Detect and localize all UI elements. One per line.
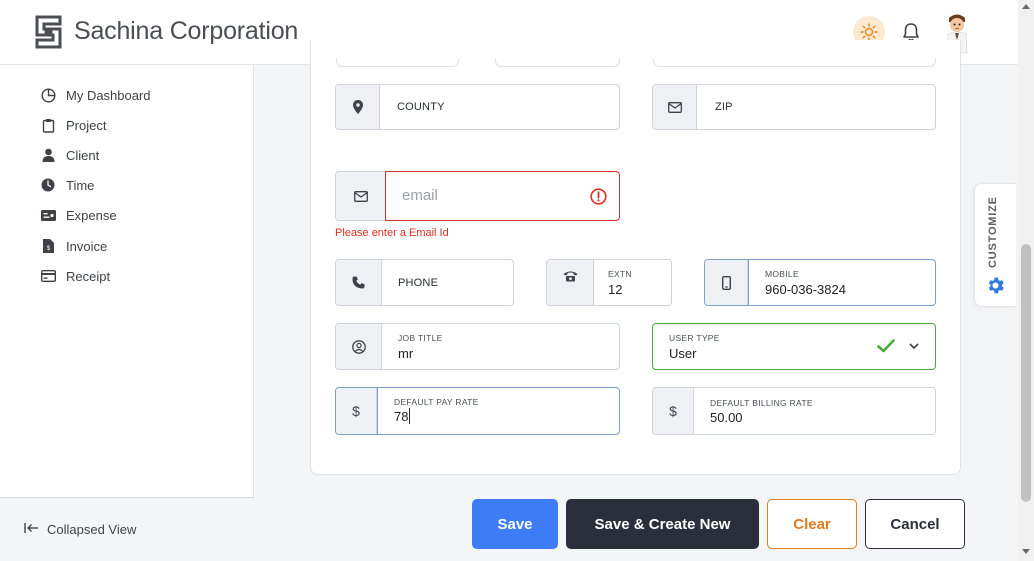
text-cursor <box>409 408 410 424</box>
pay-rate-value: 78 <box>394 409 409 424</box>
sidebar-item-invoice[interactable]: $ Invoice <box>40 236 107 256</box>
sidebar: My Dashboard Project Client Time Expense… <box>0 65 254 561</box>
phone-addon <box>336 260 382 305</box>
envelope-icon <box>667 101 682 113</box>
default-billing-rate-field[interactable]: $ DEFAULT BILLING RATE 50.00 <box>652 387 936 435</box>
clock-icon <box>40 177 56 193</box>
clear-button[interactable]: Clear <box>767 499 857 549</box>
county-addon <box>336 85 380 129</box>
error-icon <box>590 188 607 205</box>
phone-field[interactable]: PHONE <box>335 259 514 306</box>
extn-addon <box>547 260 594 305</box>
email-error-message: Please enter a Email Id <box>335 227 449 239</box>
billing-rate-value: 50.00 <box>710 410 743 425</box>
user-type-value: User <box>669 346 697 361</box>
sun-icon <box>860 23 878 41</box>
billing-rate-addon: $ <box>653 388 694 434</box>
field-fragment <box>495 58 620 67</box>
email-input[interactable]: email <box>385 171 620 221</box>
zip-field[interactable]: ZIP <box>652 84 936 130</box>
dollar-icon: $ <box>352 403 360 419</box>
map-pin-icon <box>352 100 363 114</box>
email-placeholder: email <box>402 187 438 204</box>
dashboard-icon <box>40 87 56 103</box>
mobile-icon <box>721 275 731 290</box>
cancel-button[interactable]: Cancel <box>865 499 965 549</box>
page-scrollbar[interactable] <box>1018 0 1034 561</box>
collapse-label: Collapsed View <box>47 522 137 537</box>
zip-placeholder: ZIP <box>715 101 733 113</box>
sidebar-item-time[interactable]: Time <box>40 175 94 195</box>
default-pay-rate-field[interactable]: $ DEFAULT PAY RATE 78 <box>335 387 620 435</box>
extn-field[interactable]: EXTN 12 <box>546 259 672 306</box>
checkmark-icon <box>877 339 895 353</box>
phone-icon <box>352 276 365 289</box>
pay-rate-addon: $ <box>336 388 377 434</box>
phone-placeholder: PHONE <box>398 276 439 289</box>
customize-tab[interactable]: CUSTOMIZE <box>974 183 1016 307</box>
extn-label: EXTN <box>608 269 632 279</box>
telephone-icon <box>563 271 577 282</box>
field-fragment <box>653 58 936 67</box>
sachina-logo-icon[interactable] <box>35 15 62 49</box>
mobile-addon <box>705 260 748 305</box>
sidebar-item-label: Client <box>66 147 100 163</box>
scroll-up-arrow[interactable] <box>1022 4 1030 9</box>
sidebar-item-project[interactable]: Project <box>40 115 106 135</box>
sidebar-item-label: Project <box>66 117 107 133</box>
dollar-icon: $ <box>669 403 677 419</box>
collapse-left-icon <box>24 522 39 537</box>
save-button[interactable]: Save <box>472 499 558 549</box>
receipt-icon <box>40 268 56 284</box>
mobile-field[interactable]: MOBILE 960-036-3824 <box>704 259 936 306</box>
scrollbar-thumb[interactable] <box>1021 244 1031 502</box>
field-fragment <box>336 58 459 67</box>
mobile-label: MOBILE <box>765 269 799 279</box>
job-title-label: JOB TITLE <box>398 333 443 343</box>
extn-value: 12 <box>608 282 623 297</box>
scroll-down-arrow[interactable] <box>1022 549 1030 554</box>
customize-label: CUSTOMIZE <box>987 196 999 268</box>
email-addon <box>335 171 385 221</box>
collapsed-view-toggle[interactable]: Collapsed View <box>0 497 254 561</box>
sidebar-item-receipt[interactable]: Receipt <box>40 266 110 286</box>
sidebar-item-client[interactable]: Client <box>40 145 99 165</box>
job-title-field[interactable]: JOB TITLE mr <box>335 323 620 370</box>
job-title-value: mr <box>398 346 414 361</box>
sidebar-item-label: Invoice <box>66 238 108 254</box>
user-type-label: USER TYPE <box>669 333 720 343</box>
sidebar-item-label: Time <box>66 177 95 193</box>
save-create-new-button[interactable]: Save & Create New <box>566 499 759 549</box>
zip-addon <box>653 85 697 129</box>
user-circle-icon <box>351 339 366 354</box>
user-icon <box>40 147 56 163</box>
chevron-down-icon[interactable] <box>909 343 919 350</box>
billing-rate-label: DEFAULT BILLING RATE <box>710 398 813 408</box>
clipboard-icon <box>40 117 56 133</box>
pay-rate-label: DEFAULT PAY RATE <box>394 397 479 407</box>
money-icon <box>40 207 56 223</box>
envelope-icon <box>353 190 368 202</box>
sidebar-item-label: My Dashboard <box>66 87 151 103</box>
mobile-value: 960-036-3824 <box>765 282 846 297</box>
company-name: Sachina Corporation <box>74 17 299 45</box>
job-title-addon <box>336 324 382 369</box>
user-type-select[interactable]: USER TYPE User <box>652 323 936 370</box>
email-field[interactable]: email <box>335 171 620 221</box>
county-placeholder: COUNTY <box>397 101 445 113</box>
sidebar-item-label: Expense <box>66 207 117 223</box>
sidebar-item-expense[interactable]: Expense <box>40 205 117 225</box>
gear-icon <box>988 277 1004 294</box>
invoice-icon: $ <box>40 238 56 254</box>
sidebar-item-label: Receipt <box>66 268 111 284</box>
county-field[interactable]: COUNTY <box>335 84 620 130</box>
sidebar-item-dashboard[interactable]: My Dashboard <box>40 85 151 105</box>
